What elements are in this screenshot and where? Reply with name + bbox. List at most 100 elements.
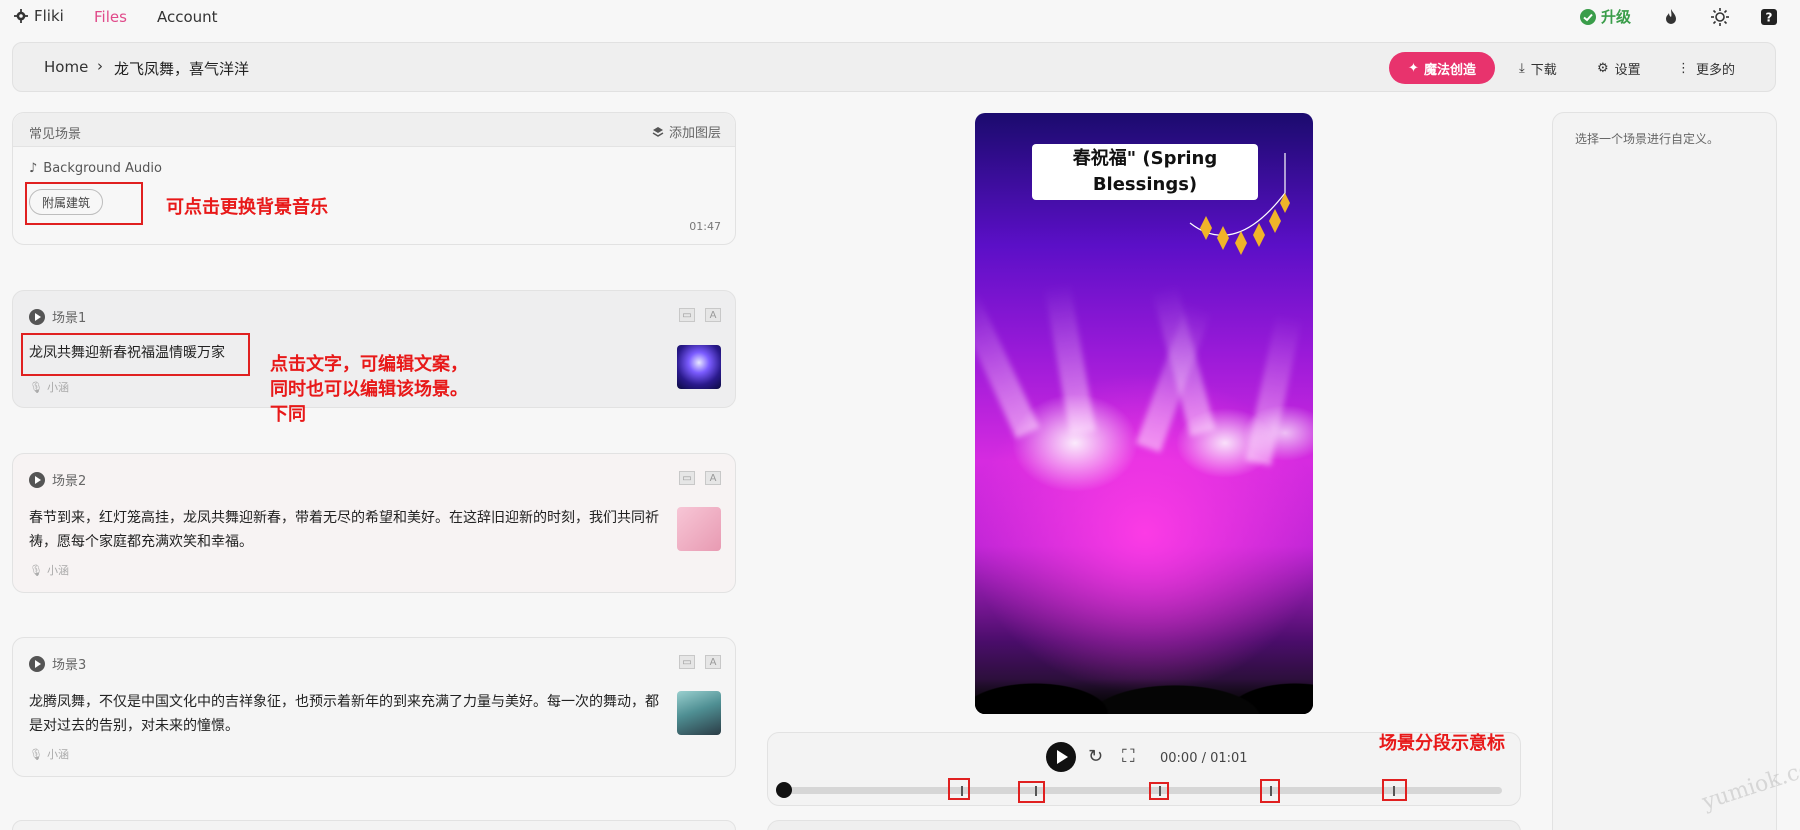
voice-name: 小涵	[46, 748, 69, 761]
settings-label: 设置	[1614, 63, 1641, 78]
top-nav: Fliki Files Account 升级 ?	[0, 0, 1800, 34]
text-style-icon[interactable]: A	[705, 308, 721, 322]
svg-text:?: ?	[1766, 11, 1773, 25]
scene-icons: ▭ A	[679, 655, 721, 669]
audio-duration: 01:47	[689, 220, 721, 233]
common-scene-card: 常见场景 添加图层 ♪ Background Audio 附属建筑 01:47	[12, 112, 736, 245]
stage-light-beam	[975, 291, 1040, 439]
annotation-edit-line2: 同时也可以编辑该场景。	[270, 379, 468, 400]
common-scene-header: 常见场景 添加图层	[13, 113, 735, 147]
breadcrumb-separator: ›	[97, 57, 103, 75]
gear-icon: ⚙	[1597, 61, 1609, 76]
customize-panel: 选择一个场景进行自定义。	[1552, 112, 1777, 830]
breadcrumb-bar: Home › 龙飞凤舞，喜气洋洋 ✦ 魔法创造 ⤓ 下载 ⚙ 设置 ⋮ 更多的	[12, 42, 1776, 92]
scene-voice[interactable]: 🎙 小涵	[29, 562, 69, 578]
music-note-icon: ♪	[29, 161, 38, 176]
microphone-icon: 🎙	[29, 563, 43, 577]
progress-knob[interactable]	[776, 782, 792, 798]
nav-account[interactable]: Account	[157, 8, 218, 26]
scene-title: 场景3	[52, 658, 87, 673]
fullscreen-icon[interactable]: ⛶	[1122, 746, 1135, 767]
timecode: 00:00 / 01:01	[1160, 751, 1248, 766]
voice-name: 小涵	[46, 564, 69, 577]
sun-icon[interactable]	[1710, 7, 1730, 27]
play-scene-icon[interactable]	[29, 471, 45, 488]
help-icon[interactable]: ?	[1759, 7, 1779, 27]
settings-button[interactable]: ⚙ 设置	[1597, 59, 1641, 78]
highlight-box-audio	[25, 182, 143, 225]
background-audio-label: Background Audio	[43, 161, 162, 176]
add-layer-button[interactable]: 添加图层	[652, 122, 721, 141]
scene-voice[interactable]: 🎙 小涵	[29, 379, 69, 395]
check-badge-icon	[1580, 8, 1596, 25]
annotation-segments: 场景分段示意标	[1379, 733, 1505, 754]
highlight-box-segment	[1260, 779, 1280, 803]
flame-icon[interactable]	[1661, 7, 1681, 27]
annotation-edit-line1: 点击文字，可编辑文案，	[270, 354, 468, 375]
upgrade-button[interactable]: 升级	[1580, 6, 1631, 27]
play-button[interactable]	[1046, 742, 1076, 772]
download-icon: ⤓	[1519, 61, 1525, 76]
scene-label: 场景3	[29, 654, 86, 673]
highlight-box-segment	[1382, 779, 1407, 801]
nav-files[interactable]: Files	[94, 8, 127, 26]
image-layout-icon[interactable]: ▭	[679, 655, 695, 669]
replay-icon[interactable]: ↻	[1088, 746, 1103, 767]
highlight-box-segment	[1018, 781, 1045, 803]
breadcrumb-home[interactable]: Home	[44, 58, 88, 76]
stage-light-beam	[1245, 313, 1302, 466]
highlight-box-segment	[1149, 782, 1169, 800]
text-style-icon[interactable]: A	[705, 471, 721, 485]
scene-thumbnail[interactable]	[677, 507, 721, 551]
image-layout-icon[interactable]: ▭	[679, 471, 695, 485]
scene-label: 场景2	[29, 470, 86, 489]
download-label: 下载	[1530, 63, 1557, 78]
scene-icons: ▭ A	[679, 308, 721, 322]
scene-title: 场景1	[52, 311, 87, 326]
scene-voice[interactable]: 🎙 小涵	[29, 746, 69, 762]
microphone-icon: 🎙	[29, 380, 43, 394]
more-vertical-icon: ⋮	[1677, 61, 1690, 76]
scene-card-4[interactable]	[12, 820, 736, 830]
highlight-box-segment	[948, 778, 970, 800]
scene-card-3[interactable]: 场景3 ▭ A 龙腾凤舞，不仅是中国文化中的吉祥象征，也预示着新年的到来充满了力…	[12, 637, 736, 777]
scene-label: 场景1	[29, 307, 86, 326]
highlight-box-text	[21, 333, 250, 376]
upgrade-label: 升级	[1601, 8, 1632, 26]
stage-light-beam	[1044, 283, 1096, 436]
image-layout-icon[interactable]: ▭	[679, 308, 695, 322]
microphone-icon: 🎙	[29, 747, 43, 761]
magic-create-button[interactable]: ✦ 魔法创造	[1389, 52, 1495, 84]
scene-text[interactable]: 龙腾凤舞，不仅是中国文化中的吉祥象征，也预示着新年的到来充满了力量与美好。每一次…	[29, 690, 659, 738]
scene-card-2[interactable]: 场景2 ▭ A 春节到来，红灯笼高挂，龙凤共舞迎新春，带着无尽的希望和美好。在这…	[12, 453, 736, 593]
common-scene-title: 常见场景	[29, 127, 82, 142]
scene-thumbnail[interactable]	[677, 345, 721, 389]
scene-thumbnail[interactable]	[677, 691, 721, 735]
annotation-bg-music: 可点击更换背景音乐	[166, 197, 328, 218]
gear-logo-icon	[14, 9, 28, 23]
more-button[interactable]: ⋮ 更多的	[1677, 59, 1735, 78]
brand[interactable]: Fliki	[14, 7, 64, 25]
play-scene-icon[interactable]	[29, 308, 45, 325]
video-preview[interactable]: 春祝福" (Spring Blessings)	[975, 113, 1313, 714]
brand-name: Fliki	[34, 7, 64, 25]
scene-title: 场景2	[52, 474, 87, 489]
magic-create-label: 魔法创造	[1423, 62, 1476, 78]
scene-text[interactable]: 春节到来，红灯笼高挂，龙凤共舞迎新春，带着无尽的希望和美好。在这辞旧迎新的时刻，…	[29, 506, 659, 554]
annotation-edit-line3: 下同	[270, 404, 306, 425]
more-label: 更多的	[1696, 63, 1736, 78]
sparkle-icon: ✦	[1408, 60, 1419, 76]
download-button[interactable]: ⤓ 下载	[1519, 59, 1557, 78]
layers-icon	[652, 126, 664, 137]
breadcrumb-project[interactable]: 龙飞凤舞，喜气洋洋	[114, 58, 249, 79]
play-scene-icon[interactable]	[29, 655, 45, 672]
background-audio-row[interactable]: ♪ Background Audio	[29, 161, 162, 176]
crowd-silhouette	[975, 644, 1313, 714]
customize-hint: 选择一个场景进行自定义。	[1575, 132, 1720, 146]
secondary-panel	[767, 820, 1521, 830]
voice-name: 小涵	[46, 381, 69, 394]
video-title-overlay[interactable]: 春祝福" (Spring Blessings)	[1032, 144, 1258, 200]
scene-icons: ▭ A	[679, 471, 721, 485]
text-style-icon[interactable]: A	[705, 655, 721, 669]
add-layer-label: 添加图层	[668, 126, 721, 141]
